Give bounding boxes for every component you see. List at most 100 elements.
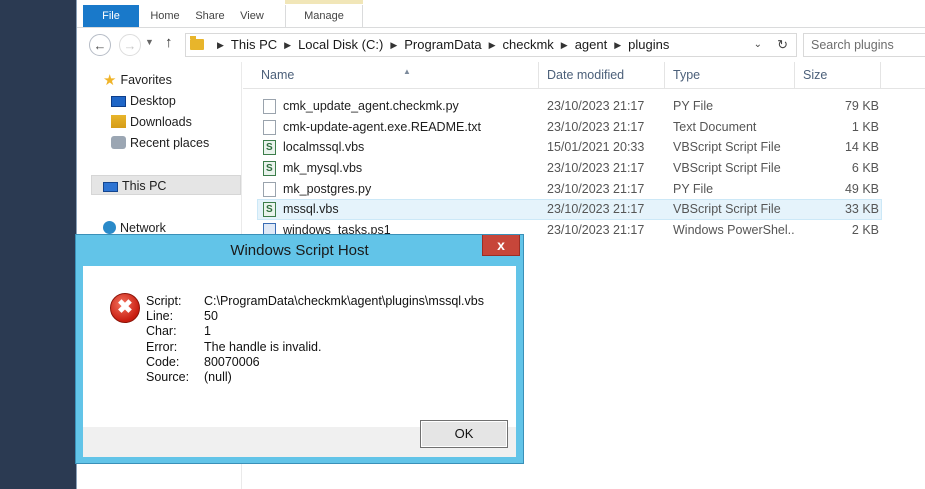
recent-locations-button[interactable]: ▼ [145, 37, 154, 47]
label-script: Script: [146, 294, 182, 308]
label-char: Char: [146, 324, 177, 339]
nav-this-pc[interactable]: This PC [91, 175, 241, 195]
chevron-right-icon[interactable]: ▶ [390, 40, 397, 50]
chevron-right-icon: ▶ [217, 40, 224, 50]
file-date: 23/10/2023 21:17 [547, 202, 645, 217]
vbscript-icon [263, 161, 276, 177]
label-line: Line: [146, 309, 174, 324]
error-icon: ✖ [110, 293, 140, 323]
ok-button[interactable]: OK [420, 420, 508, 448]
label-source: Source: [146, 370, 190, 384]
value-line: 50 [204, 309, 218, 324]
up-button[interactable]: ↑ [165, 34, 173, 51]
manage-tab-highlight [285, 0, 363, 4]
folder-icon [190, 36, 204, 50]
script-host-dialog: Windows Script Host x ✖ Script: C:\Progr… [75, 234, 524, 464]
breadcrumb-programdata[interactable]: ProgramData [404, 37, 481, 52]
breadcrumb-checkmk[interactable]: checkmk [502, 37, 553, 52]
file-type: VBScript Script File [673, 161, 781, 176]
dialog-body: ✖ Script: C:\ProgramData\checkmk\agent\p… [83, 266, 516, 427]
nav-label: Favorites [120, 73, 172, 87]
file-row[interactable]: mk_mysql.vbs 23/10/2023 21:17 VBScript S… [243, 158, 925, 179]
arrow-up-icon: ↑ [165, 34, 173, 51]
network-icon [103, 221, 116, 234]
nav-downloads[interactable]: Downloads [111, 112, 192, 132]
file-type: PY File [673, 181, 714, 196]
computer-icon [103, 182, 118, 192]
nav-favorites[interactable]: ★ Favorites [103, 70, 172, 90]
file-size: 33 KB [844, 202, 879, 217]
breadcrumb-local-disk[interactable]: Local Disk (C:) [298, 37, 383, 52]
vbscript-icon [263, 140, 276, 156]
file-size: 1 KB [851, 119, 879, 134]
breadcrumb-agent[interactable]: agent [575, 37, 608, 52]
file-icon [263, 181, 276, 197]
file-date: 23/10/2023 21:17 [547, 161, 645, 176]
column-name[interactable]: Name ▲ [253, 62, 539, 89]
file-row[interactable]: cmk_update_agent.checkmk.py 23/10/2023 2… [243, 96, 925, 117]
breadcrumb-this-pc[interactable]: This PC [231, 37, 277, 52]
file-type: VBScript Script File [673, 140, 781, 155]
dialog-title: Windows Script Host [230, 242, 369, 259]
nav-recent-places[interactable]: Recent places [111, 133, 209, 153]
file-row[interactable]: cmk-update-agent.exe.README.txt 23/10/20… [243, 117, 925, 138]
address-row: ← → ▼ ↑ ▶ This PC ▶ Local Disk (C:) ▶ Program… [77, 28, 925, 62]
value-source: (null) [204, 370, 232, 384]
breadcrumb: ▶ This PC ▶ Local Disk (C:) ▶ ProgramData ▶ che… [210, 34, 669, 56]
tab-file[interactable]: File [83, 5, 139, 27]
file-size: 14 KB [844, 140, 879, 155]
nav-desktop[interactable]: Desktop [111, 91, 176, 111]
chevron-right-icon[interactable]: ▶ [561, 40, 568, 50]
file-date: 23/10/2023 21:17 [547, 99, 645, 113]
address-history-dropdown[interactable]: ⌄ [754, 34, 762, 56]
vbscript-icon [263, 202, 276, 218]
file-size: 6 KB [851, 161, 879, 176]
arrow-right-icon: → [123, 37, 137, 53]
tab-view[interactable]: View [237, 5, 267, 27]
nav-label: Recent places [130, 136, 210, 150]
close-button[interactable]: x [482, 235, 520, 256]
tab-manage[interactable]: Manage [285, 5, 363, 27]
label-code: Code: [146, 354, 180, 369]
nav-label: Downloads [130, 115, 192, 129]
column-type[interactable]: Type [665, 62, 795, 89]
file-row[interactable]: mk_postgres.py 23/10/2023 21:17 PY File … [243, 179, 925, 200]
file-date: 15/01/2021 20:33 [547, 140, 645, 155]
star-icon: ★ [103, 72, 117, 89]
file-date: 23/10/2023 21:17 [547, 223, 645, 238]
file-row-selected[interactable]: mssql.vbs 23/10/2023 21:17 VBScript Scri… [243, 199, 925, 221]
address-bar[interactable]: ▶ This PC ▶ Local Disk (C:) ▶ ProgramData ▶ che… [185, 33, 797, 57]
search-input[interactable]: Search plugins [803, 33, 925, 57]
chevron-right-icon[interactable]: ▶ [284, 40, 291, 50]
column-date-modified[interactable]: Date modified [539, 62, 665, 89]
column-size[interactable]: Size [795, 62, 881, 89]
column-label: Name [261, 68, 295, 82]
breadcrumb-plugins[interactable]: plugins [628, 37, 669, 52]
file-size: 2 KB [851, 223, 879, 238]
sort-up-icon: ▲ [403, 67, 411, 76]
file-icon [263, 99, 276, 114]
chevron-right-icon[interactable]: ▶ [489, 40, 496, 50]
file-list: cmk_update_agent.checkmk.py 23/10/2023 2… [243, 96, 925, 241]
file-name: mssql.vbs [283, 202, 339, 217]
file-name: cmk-update-agent.exe.README.txt [283, 119, 481, 134]
arrow-left-icon: ← [93, 37, 107, 53]
nav-label: Network [120, 221, 166, 235]
file-row[interactable]: localmssql.vbs 15/01/2021 20:33 VBScript… [243, 137, 925, 158]
chevron-down-icon: ⌄ [753, 39, 762, 50]
file-type: VBScript Script File [673, 202, 781, 217]
forward-button[interactable]: → [119, 34, 141, 56]
back-button[interactable]: ← [89, 34, 111, 56]
refresh-button[interactable]: ↻ [777, 34, 788, 56]
tab-home[interactable]: Home [147, 5, 183, 27]
tab-share[interactable]: Share [193, 5, 227, 27]
file-name: mk_postgres.py [283, 181, 372, 196]
value-code: 80070006 [204, 354, 260, 369]
label-error: Error: [146, 339, 178, 354]
refresh-icon: ↻ [777, 37, 788, 52]
file-size: 79 KB [844, 99, 879, 113]
file-icon [263, 119, 276, 135]
value-error: The handle is invalid. [204, 339, 322, 354]
chevron-right-icon[interactable]: ▶ [614, 40, 621, 50]
file-size: 49 KB [844, 181, 879, 196]
